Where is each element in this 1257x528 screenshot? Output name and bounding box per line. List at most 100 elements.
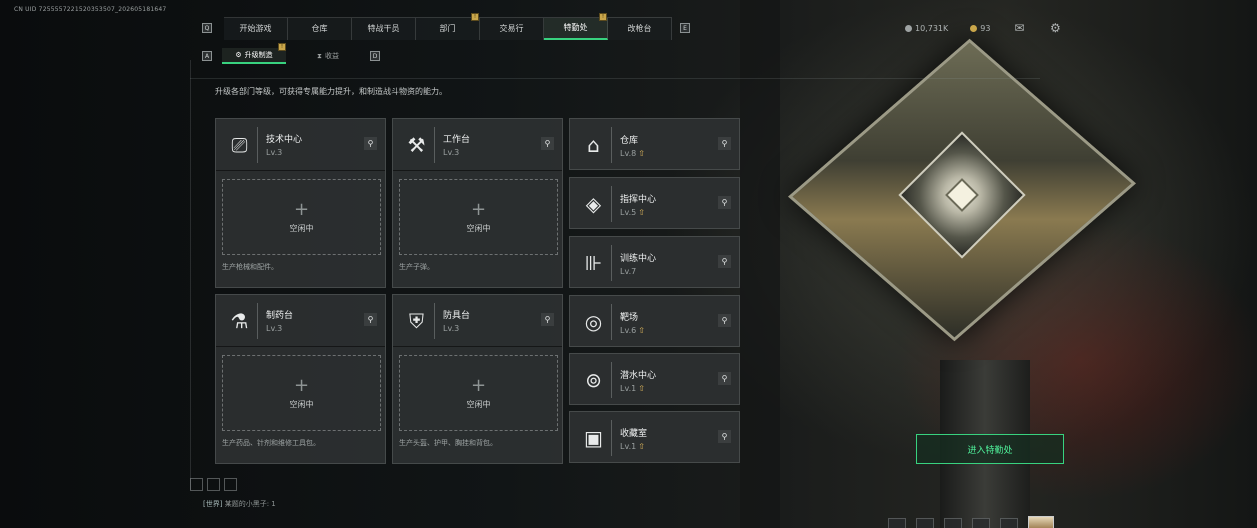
avatar[interactable]: [1028, 516, 1054, 528]
token-icon: [970, 24, 978, 32]
search-icon[interactable]: ⚲: [541, 313, 554, 326]
search-icon[interactable]: ⚲: [541, 137, 554, 150]
production-slot[interactable]: + 空闲中: [222, 179, 381, 255]
search-icon[interactable]: ⚲: [718, 255, 731, 268]
notification-badge: !: [278, 43, 286, 51]
card-warehouse[interactable]: ⌂ 仓库 Lv.8 ⇧ ⚲: [569, 118, 740, 170]
tab-start-game[interactable]: 开始游戏: [224, 17, 288, 40]
subnav-prev-key[interactable]: A: [202, 51, 212, 61]
subnav-next-key[interactable]: D: [370, 51, 380, 61]
upgrade-arrow-icon: ⇧: [638, 148, 645, 158]
coin-icon: [905, 24, 912, 32]
notification-badge: !: [599, 12, 607, 21]
card-title: 工作台: [443, 135, 471, 145]
card-level: Lv.1: [620, 383, 637, 393]
card-title: 制药台: [266, 311, 294, 321]
pharmacy-icon: ⚗: [222, 302, 258, 339]
card-level: Lv.6: [620, 325, 637, 335]
tab-operators[interactable]: 特战干员: [352, 17, 416, 40]
group-icon[interactable]: [944, 518, 962, 528]
plus-icon: +: [293, 374, 310, 396]
card-shooting-range[interactable]: ◎ 靶场 Lv.6 ⇧ ⚲: [569, 295, 740, 347]
production-slot[interactable]: + 空闲中: [399, 179, 558, 255]
card-workbench[interactable]: ⚒ 工作台 Lv.3 ⚲ + 空闲中 生产子弹。: [392, 118, 563, 288]
upgrade-arrow-icon: ⇧: [638, 207, 645, 217]
search-icon[interactable]: ⚲: [364, 313, 377, 326]
tab-trading[interactable]: 交易行: [480, 17, 544, 40]
card-level: Lv.3: [443, 324, 460, 333]
card-level: Lv.5: [620, 207, 637, 217]
card-title: 仓库: [620, 135, 639, 146]
production-slot[interactable]: + 空闲中: [399, 355, 558, 431]
card-description: 生产头盔、护甲、胸挂和背包。: [399, 439, 497, 447]
training-center-icon: ⊪: [576, 245, 612, 281]
card-level: Lv.7: [620, 266, 637, 276]
upgrade-arrow-icon: ⇧: [638, 383, 645, 393]
card-level: Lv.3: [266, 324, 283, 333]
subtab-upgrade-craft[interactable]: ⚙ 升级制造 !: [222, 43, 286, 64]
chat-text: 某题的小黑子: 1: [224, 500, 276, 508]
warehouse-icon: ⌂: [576, 127, 612, 163]
chat-tab[interactable]: [190, 478, 203, 491]
gear-icon[interactable]: ⚙: [1048, 21, 1062, 35]
card-title: 指挥中心: [620, 194, 657, 205]
tab-gunsmith[interactable]: 改枪台: [608, 17, 672, 40]
card-description: 生产子弹。: [399, 263, 434, 271]
shooting-range-icon: ◎: [576, 304, 612, 340]
card-title: 靶场: [620, 312, 639, 323]
nav-next-key[interactable]: E: [680, 23, 690, 33]
friends-icon[interactable]: [916, 518, 934, 528]
card-level: Lv.8: [620, 148, 637, 158]
currency-primary[interactable]: 10,731K: [905, 24, 948, 33]
card-level-row: Lv.5 ⇧: [620, 208, 656, 217]
collection-room-icon: ▣: [576, 420, 612, 456]
currency-secondary-value: 93: [980, 23, 991, 33]
nav-prev-key[interactable]: Q: [202, 23, 212, 33]
enter-special-ops-button[interactable]: 进入特勤处: [916, 434, 1064, 464]
search-icon[interactable]: ⚲: [718, 137, 731, 150]
card-diving-center[interactable]: ⊚ 潜水中心 Lv.1 ⇧ ⚲: [569, 353, 740, 405]
plus-icon: +: [470, 374, 487, 396]
currency-secondary[interactable]: 93: [970, 24, 990, 33]
armor-bench-icon: ⛨: [399, 302, 435, 339]
card-level-row: Lv.1 ⇧: [620, 442, 647, 451]
search-icon[interactable]: ⚲: [718, 314, 731, 327]
production-slot[interactable]: + 空闲中: [222, 355, 381, 431]
chat-channel: [世界]: [203, 500, 223, 508]
card-title: 收藏室: [620, 428, 648, 439]
search-icon[interactable]: ⚲: [718, 430, 731, 443]
chat-message[interactable]: [世界] 某题的小黑子: 1: [203, 499, 276, 509]
search-icon[interactable]: ⚲: [718, 196, 731, 209]
chat-tab[interactable]: [224, 478, 237, 491]
tab-warehouse[interactable]: 仓库: [288, 17, 352, 40]
search-icon[interactable]: ⚲: [364, 137, 377, 150]
subtab-income[interactable]: ⧗ 收益: [296, 48, 360, 64]
card-title: 训练中心: [620, 253, 657, 264]
card-header: ⎚ 技术中心 Lv.3 ⚲: [216, 119, 385, 171]
bottom-toolbar: [888, 516, 1054, 528]
card-header: ⊪ 训练中心 Lv.7 ⚲: [570, 237, 739, 289]
card-collection-room[interactable]: ▣ 收藏室 Lv.1 ⇧ ⚲: [569, 411, 740, 463]
card-command-center[interactable]: ◈ 指挥中心 Lv.5 ⇧ ⚲: [569, 177, 740, 229]
card-level: Lv.3: [443, 148, 460, 157]
card-armor-bench[interactable]: ⛨ 防具台 Lv.3 ⚲ + 空闲中 生产头盔、护甲、胸挂和背包。: [392, 294, 563, 464]
plus-icon: +: [293, 198, 310, 220]
notification-badge: !: [471, 12, 479, 21]
tab-department[interactable]: 部门!: [416, 12, 480, 40]
card-training-center[interactable]: ⊪ 训练中心 Lv.7 ⚲: [569, 236, 740, 288]
social-icon[interactable]: [1000, 518, 1018, 528]
invite-icon[interactable]: [972, 518, 990, 528]
search-icon[interactable]: ⚲: [718, 372, 731, 385]
tab-label: 特战干员: [367, 24, 400, 33]
card-tech-center[interactable]: ⎚ 技术中心 Lv.3 ⚲ + 空闲中 生产枪械和配件。: [215, 118, 386, 288]
slot-status: 空闲中: [289, 223, 314, 233]
upgrade-arrow-icon: ⇧: [638, 441, 645, 451]
mail-icon[interactable]: ✉: [1012, 21, 1026, 35]
card-pharmacy[interactable]: ⚗ 制药台 Lv.3 ⚲ + 空闲中 生产药品、针剂和维修工具包。: [215, 294, 386, 464]
team-icon[interactable]: [888, 518, 906, 528]
chat-tab[interactable]: [207, 478, 220, 491]
card-description: 生产药品、针剂和维修工具包。: [222, 439, 320, 447]
tab-special-ops[interactable]: 特勤处!: [544, 12, 608, 40]
card-header: ◎ 靶场 Lv.6 ⇧ ⚲: [570, 296, 739, 348]
card-level-row: Lv.1 ⇧: [620, 384, 656, 393]
